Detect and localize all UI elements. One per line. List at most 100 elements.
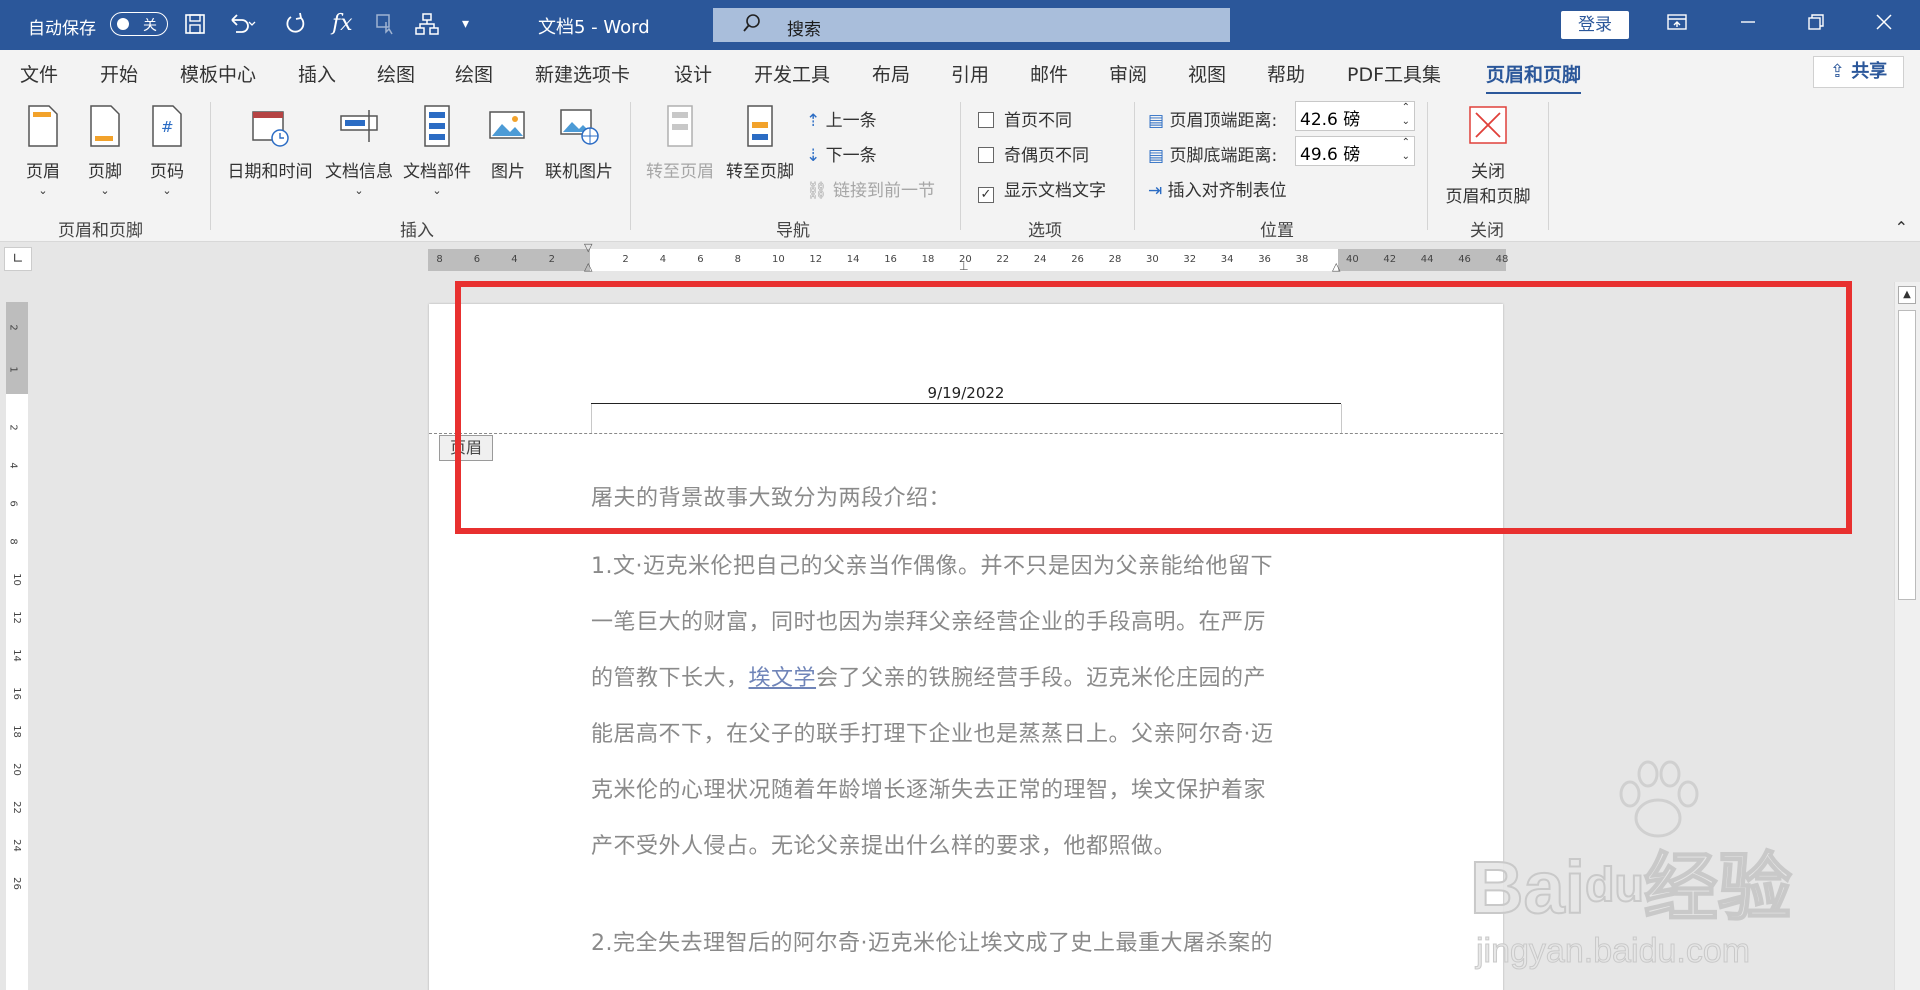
scroll-up-icon[interactable]: ▲ [1898,286,1916,304]
tab-selector[interactable]: ∟ [4,247,32,271]
quick-parts-button[interactable]: 文档部件 ⌄ [400,104,474,197]
spin-arrows-icon[interactable]: ⌃ ⌄ [1402,136,1410,164]
share-button[interactable]: ⇪ 共享 [1813,56,1904,88]
ruler-number: 28 [1108,254,1122,265]
tab-insert[interactable]: 插入 [298,60,336,87]
ruler-number: 2 [548,254,555,265]
search-icon [741,12,763,39]
tab-help[interactable]: 帮助 [1267,60,1305,87]
tab-template-center[interactable]: 模板中心 [180,60,256,87]
ruler-number: 8 [7,538,19,545]
vertical-ruler[interactable]: 2 1 2 4 6 8 10 12 14 16 18 20 22 24 26 [6,302,28,990]
link-previous-button[interactable]: ⛓ 链接到前一节 [806,176,935,201]
footer-bottom-distance-row: ▤ 页脚底端距离: [1148,141,1277,166]
autosave-state: 关 [143,18,157,34]
share-label: 共享 [1851,61,1888,82]
redo-icon[interactable] [282,12,308,42]
tab-draw-2[interactable]: 绘图 [455,60,493,87]
watermark-url: jingyan.baidu.com [1475,932,1751,971]
tab-pdf-tools[interactable]: PDF工具集 [1347,60,1441,87]
first-line-indent-marker[interactable]: ▽ [584,241,592,254]
structure-icon[interactable] [414,12,440,42]
tab-home[interactable]: 开始 [100,60,138,87]
header-top-label: 页眉顶端距离: [1169,111,1278,131]
tab-references[interactable]: 引用 [951,60,989,87]
tab-developer[interactable]: 开发工具 [754,60,830,87]
tab-file[interactable]: 文件 [20,60,58,87]
doc-info-button[interactable]: 文档信息 ⌄ [322,104,396,197]
tab-new-tab[interactable]: 新建选项卡 [535,60,630,87]
horizontal-ruler[interactable]: 8 6 4 2 2 4 6 8 10 12 14 16 18 20 22 24 26 28 30 32 34 36 38 40… [428,241,1508,273]
tab-header-footer[interactable]: 页眉和页脚 [1486,60,1582,95]
watermark-brand-latin: Bai [1469,845,1586,930]
text-line: 克米伦的心理状况随着年龄增长逐渐失去正常的理智，埃文保护着家 [591,778,1267,803]
close-header-footer-button[interactable]: 关闭 页眉和页脚 [1438,104,1538,207]
center-tab-stop[interactable]: ⊥ [959,260,969,273]
scroll-thumb[interactable] [1898,310,1916,600]
ribbon-tabs: 文件 开始 模板中心 插入 绘图 绘图 新建选项卡 设计 开发工具 布局 引用 … [0,50,1920,95]
insert-align-tab-button[interactable]: ⇥ 插入对齐制表位 [1148,176,1287,201]
previous-button[interactable]: ⇡ 上一条 [806,106,877,131]
spin-arrows-icon[interactable]: ⌃ ⌄ [1402,101,1410,129]
tab-design[interactable]: 设计 [674,60,712,87]
goto-footer-button[interactable]: 转至页脚 [722,104,798,182]
picture-label: 图片 [491,162,525,182]
different-odd-even-checkbox[interactable]: 奇偶页不同 [978,141,1089,166]
group-label-navigation: 导航 [776,221,810,241]
different-first-page-label: 首页不同 [1004,111,1072,131]
right-indent-marker[interactable]: △ [1332,260,1340,273]
footer-bottom-value: 49.6 磅 [1300,145,1361,165]
watermark-brand-cn: 经验 [1643,845,1793,930]
tab-review[interactable]: 审阅 [1109,60,1147,87]
ruler-number: 24 [10,839,22,852]
tab-mailings[interactable]: 邮件 [1030,60,1068,87]
previous-icon: ⇡ [806,111,821,131]
show-doc-text-checkbox[interactable]: ✓ 显示文档文字 [978,176,1106,203]
save-icon[interactable] [183,12,207,42]
tab-draw-1[interactable]: 绘图 [377,60,415,87]
page-number-button[interactable]: # 页码 ⌄ [142,104,192,197]
paragraph-1[interactable]: 1.文·迈克米伦把自己的父亲当作偶像。并不只是因为父亲能给他留下 一笔巨大的财富… [591,539,1341,875]
ruler-number: 40 [1346,254,1359,265]
touch-mode-icon[interactable] [374,12,398,42]
goto-footer-icon [747,105,773,147]
function-icon[interactable]: fx [332,12,353,36]
picture-button[interactable]: 图片 [480,104,536,182]
text-line: 1.文·迈克米伦把自己的父亲当作偶像。并不只是因为父亲能给他留下 [591,554,1273,579]
login-button[interactable]: 登录 [1561,11,1629,39]
different-first-page-checkbox[interactable]: 首页不同 [978,106,1072,131]
footer-bottom-distance-input[interactable]: 49.6 磅 ⌃ ⌄ [1295,136,1415,166]
paragraph-2[interactable]: 2.完全失去理智后的阿尔奇·迈克米伦让埃文成了史上最重大屠杀案的 [591,916,1341,972]
ruler-number: 6 [7,500,19,507]
tab-view[interactable]: 视图 [1188,60,1226,87]
restore-icon[interactable] [1804,10,1828,42]
close-icon[interactable] [1872,10,1896,42]
link-icon: ⛓ [806,181,828,201]
autosave-toggle[interactable]: 关 [110,12,168,36]
header-button[interactable]: 页眉 ⌄ [18,104,68,197]
left-indent-marker[interactable]: △ [584,260,592,273]
undo-icon[interactable] [226,12,256,42]
share-icon: ⇪ [1829,61,1845,82]
minimize-icon[interactable] [1736,10,1760,42]
collapse-ribbon-icon[interactable]: ⌃ [1895,218,1908,237]
footer-button[interactable]: 页脚 ⌄ [80,104,130,197]
tab-layout[interactable]: 布局 [872,60,910,87]
ruler-number: 22 [996,254,1010,265]
ribbon-display-icon[interactable] [1665,10,1689,42]
search-box[interactable]: 搜索 [713,8,1230,42]
ruler-number: 4 [7,462,19,469]
header-top-distance-input[interactable]: 42.6 磅 ⌃ ⌄ [1295,101,1415,131]
different-odd-even-label: 奇偶页不同 [1004,146,1089,166]
online-picture-button[interactable]: 联机图片 [542,104,616,182]
ruler-number: 10 [10,573,22,586]
spellcheck-underlined-word[interactable]: 埃文学 [749,666,817,691]
customize-qat-icon[interactable]: ▾ [462,12,469,36]
goto-header-button[interactable]: 转至页眉 [642,104,718,182]
show-doc-text-label: 显示文档文字 [1004,181,1106,201]
date-time-button[interactable]: 日期和时间 [222,104,318,182]
text-line: 一笔巨大的财富，同时也因为崇拜父亲经营企业的手段高明。在严厉 [591,610,1267,635]
goto-header-icon [667,105,693,147]
next-button[interactable]: ⇣ 下一条 [806,141,877,166]
group-label-header-footer: 页眉和页脚 [58,221,143,241]
